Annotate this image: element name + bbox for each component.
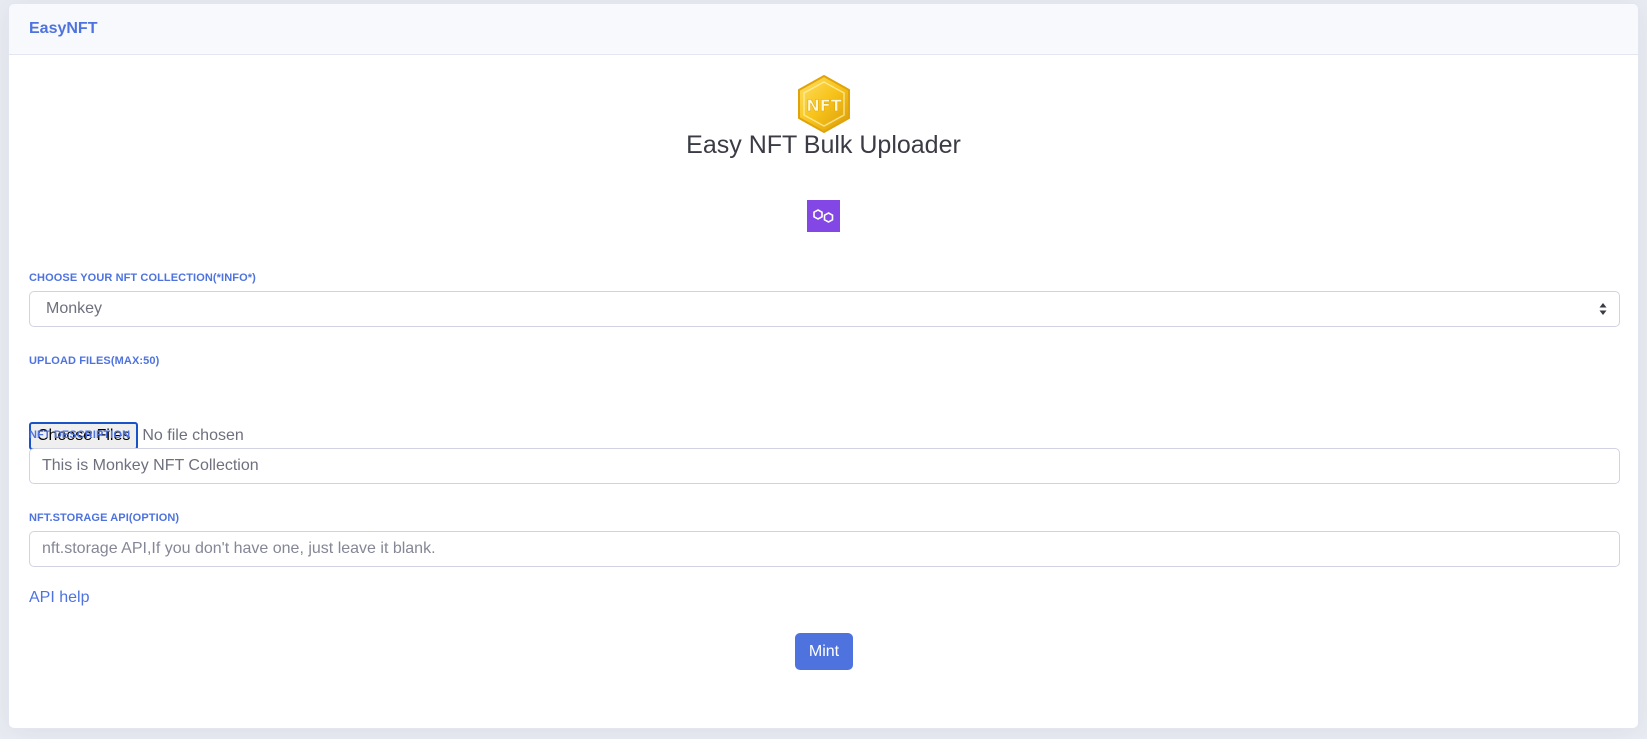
page-title: Easy NFT Bulk Uploader — [686, 131, 961, 159]
card-header: EasyNFT — [9, 4, 1638, 55]
select-arrows-icon — [1599, 303, 1607, 315]
description-value: This is Monkey NFT Collection — [42, 457, 259, 474]
chain-container — [9, 200, 1638, 232]
nft-hexagon-logo-icon: NFT — [797, 75, 850, 133]
api-key-placeholder: nft.storage API,If you don't have one, j… — [42, 540, 436, 557]
file-status-text: No file chosen — [142, 427, 244, 444]
collection-select[interactable]: Monkey — [29, 291, 1620, 327]
collection-selected-value: Monkey — [46, 300, 103, 317]
mint-button[interactable]: Mint — [795, 633, 853, 670]
api-label: NFT.STORAGE API(OPTION) — [29, 512, 180, 524]
description-input[interactable]: This is Monkey NFT Collection — [29, 448, 1620, 484]
brand-title: EasyNFT — [29, 20, 98, 37]
svg-text:NFT: NFT — [806, 96, 841, 115]
uploader-card: EasyNFT NFT Easy NFT Bulk Uploader CHOOS… — [8, 3, 1639, 729]
api-key-input[interactable]: nft.storage API,If you don't have one, j… — [29, 531, 1620, 567]
collection-label: CHOOSE YOUR NFT COLLECTION(*INFO*) — [29, 272, 256, 284]
api-help-link[interactable]: API help — [29, 589, 89, 607]
description-label: NFT DESCRIPTION — [29, 429, 131, 441]
polygon-chain-icon[interactable] — [807, 200, 840, 232]
logo-container: NFT — [9, 75, 1638, 133]
upload-label: UPLOAD FILES(MAX:50) — [29, 355, 160, 367]
